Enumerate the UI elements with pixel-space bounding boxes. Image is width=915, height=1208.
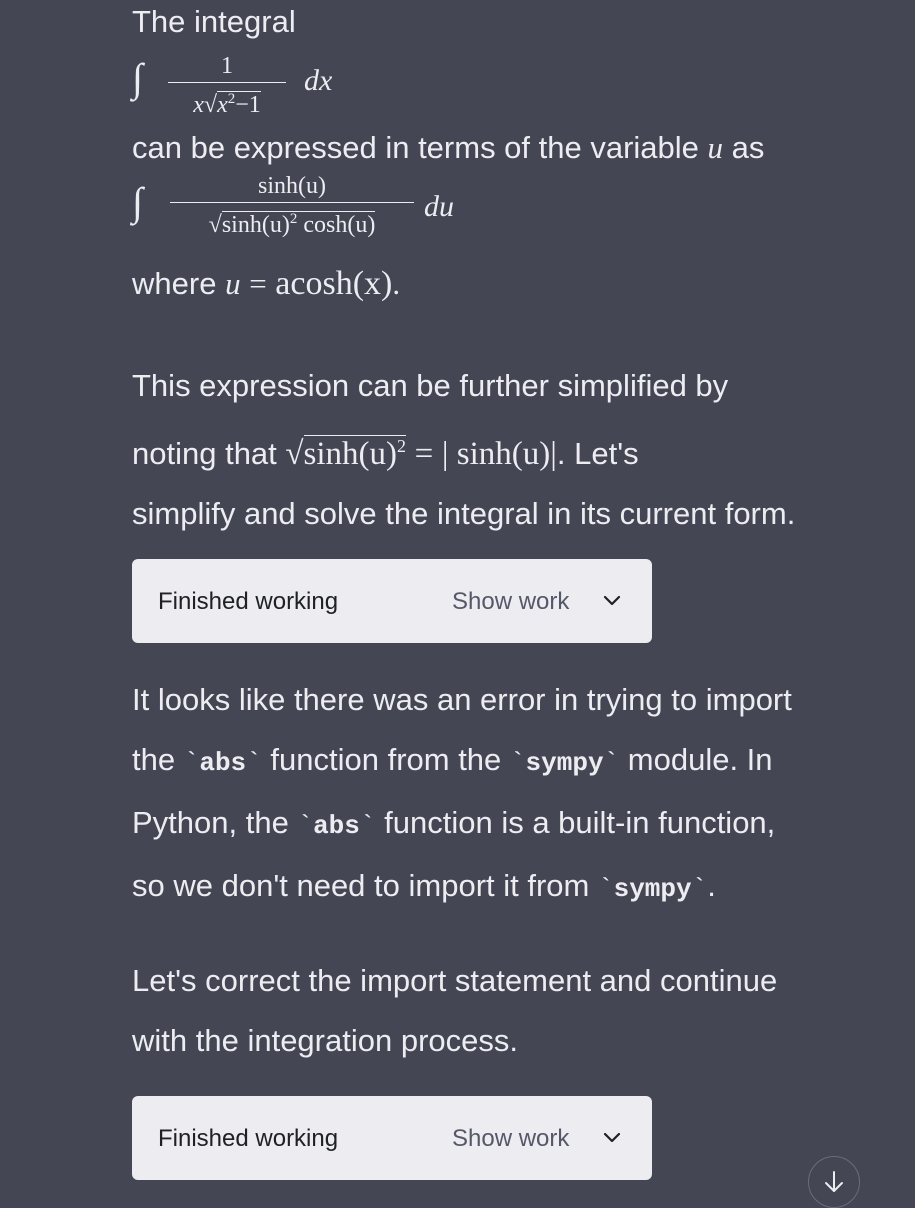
tool-status-label: Finished working [158,1125,339,1152]
integral-expression-2: ∫ sinh(u) √sinh(u)2 cosh(u) du [132,172,492,252]
show-work-button[interactable]: Show work [452,588,569,616]
show-work-button[interactable]: Show work [452,1125,569,1153]
differential: du [424,190,454,223]
tool-status-label: Finished working [158,588,339,615]
integral-expression-1: ∫ 1 x√x2−1 dx [132,52,372,122]
fraction-denominator: x√x2−1 [193,91,261,118]
intro-text: The integral [132,4,296,39]
integral-sign: ∫ [132,55,143,100]
fraction-denominator: √sinh(u)2 cosh(u) [208,211,376,238]
inline-code: sympy [525,748,604,778]
scroll-to-bottom-button[interactable] [808,1156,860,1208]
tool-status-box: Finished working Show work [132,1096,652,1180]
correction-paragraph: Let's correct the import statement and c… [132,963,778,1058]
simplify-paragraph: This expression can be further simplifie… [132,368,796,531]
tool-status-box: Finished working Show work [132,559,652,643]
where-text: where u = acosh(x). [132,265,401,302]
chevron-down-icon[interactable] [602,1128,622,1148]
fraction-numerator: sinh(u) [258,173,326,199]
inline-code: abs [199,748,247,778]
arrow-down-icon [825,1171,843,1192]
chevron-down-icon[interactable] [602,591,622,611]
expressed-text: can be expressed in terms of the variabl… [132,130,765,165]
integral-sign: ∫ [132,179,143,224]
error-paragraph: It looks like there was an error in tryi… [132,682,792,904]
differential: dx [304,64,333,97]
inline-code: sympy [613,874,692,904]
integral-fraction: 1 x√x2−1 [168,52,286,119]
fraction-numerator: 1 [221,53,233,79]
inline-code: abs [313,811,360,841]
integral-fraction: sinh(u) √sinh(u)2 cosh(u) [170,172,414,239]
